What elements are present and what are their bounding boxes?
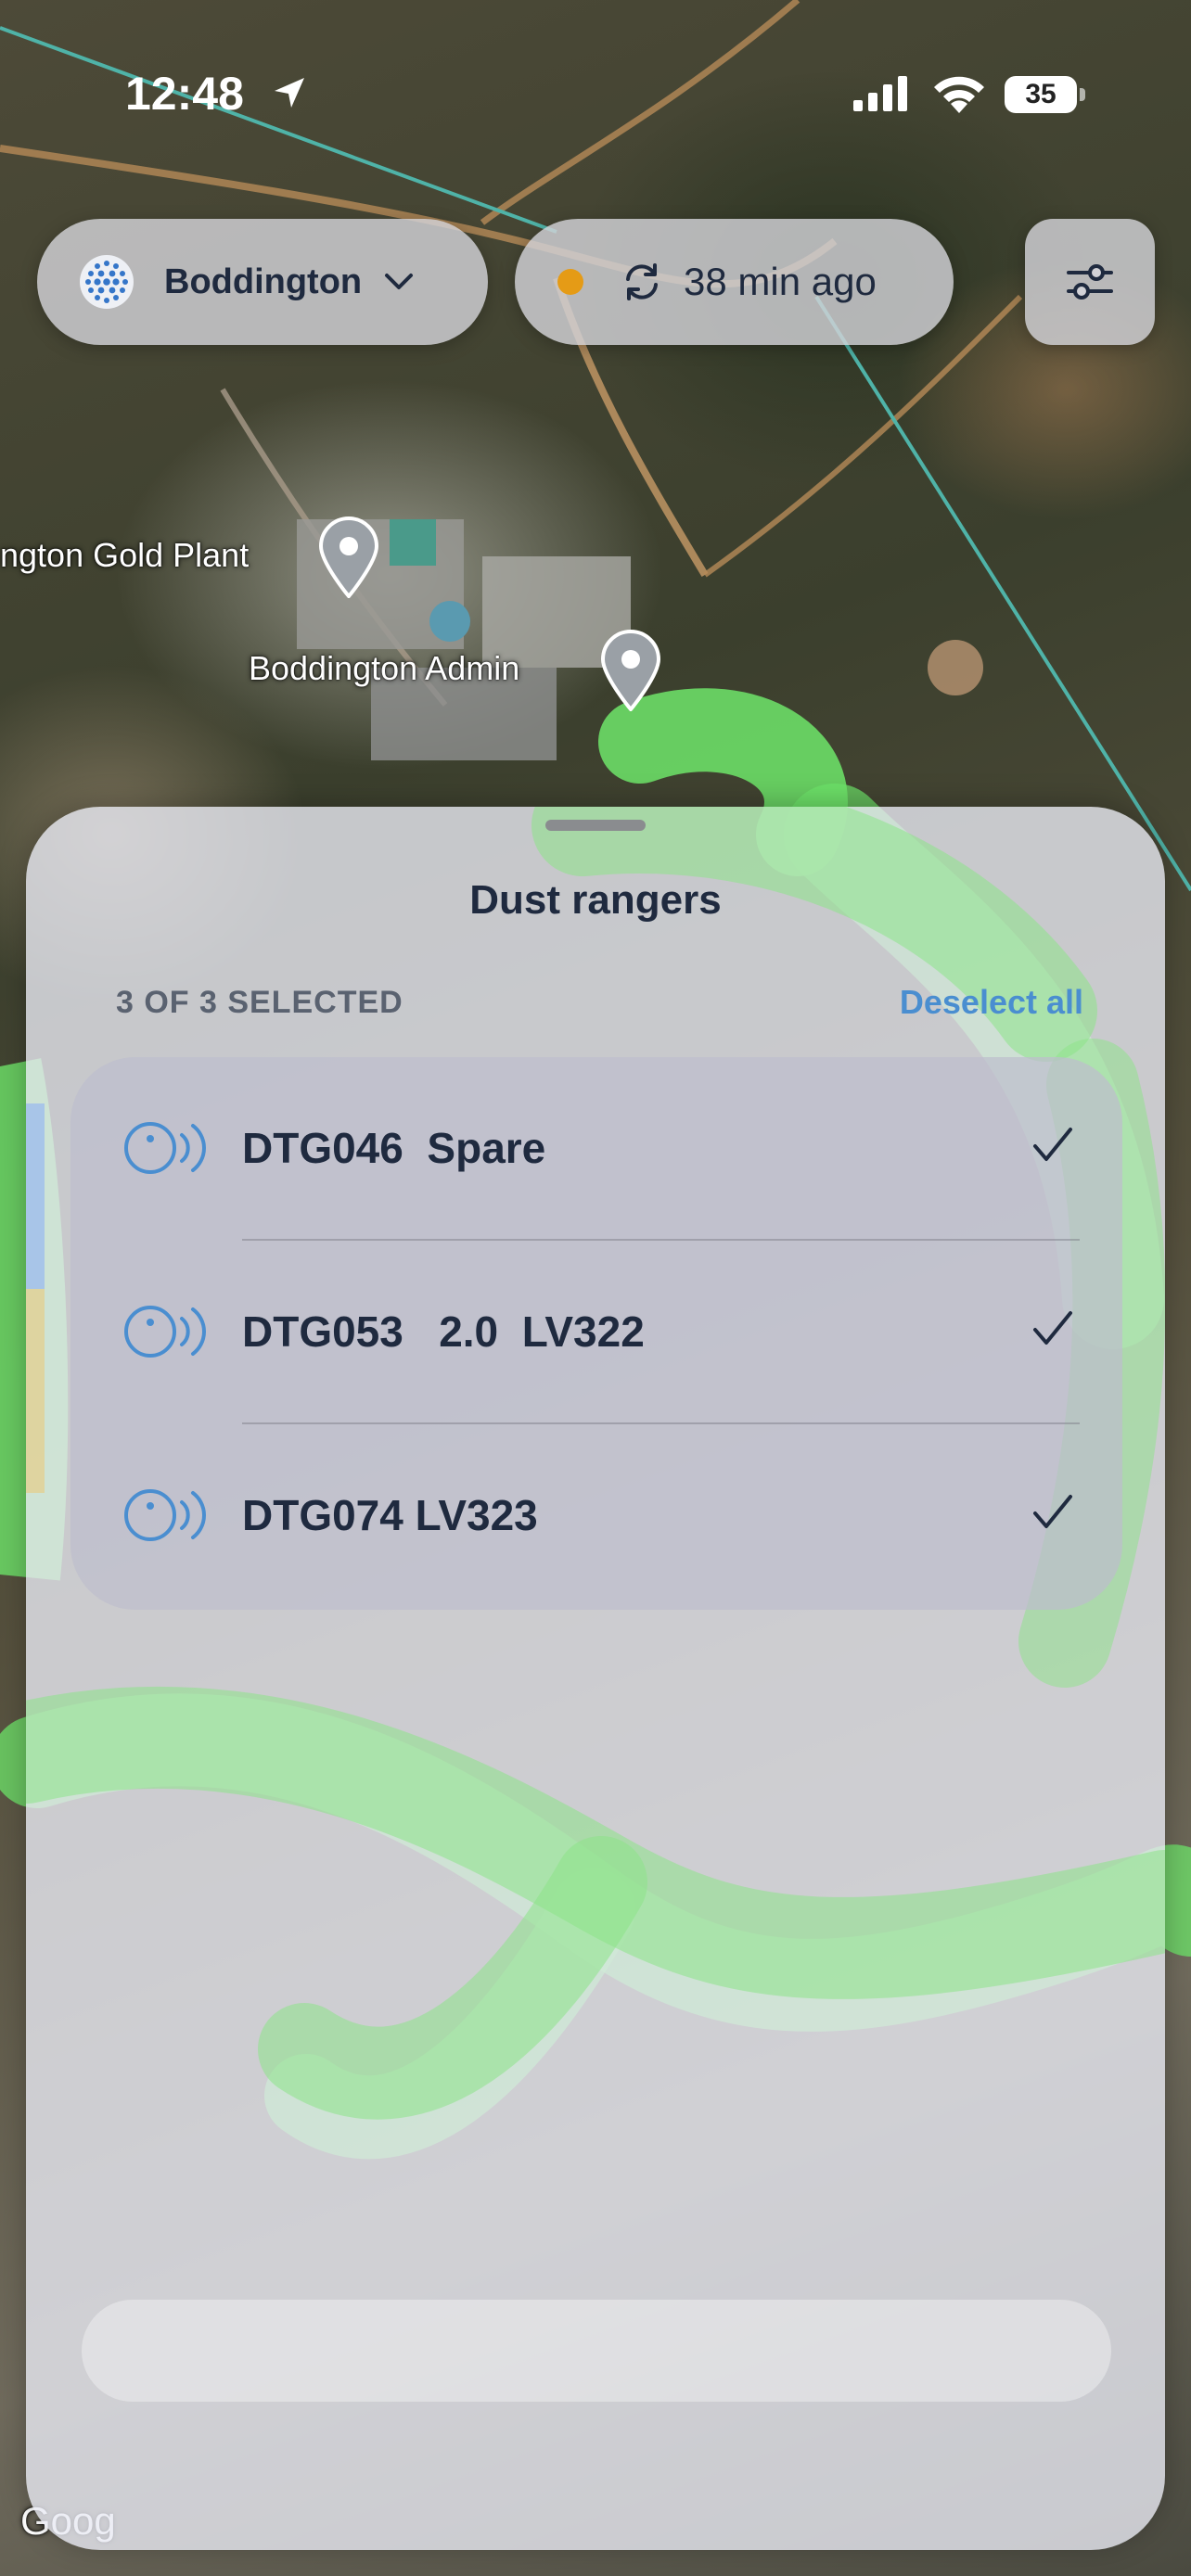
sensor-broadcast-icon [124,1489,206,1541]
sensor-broadcast-icon [124,1122,206,1174]
map-place-label: Boddington Admin [249,649,520,687]
location-arrow-icon [275,78,304,108]
wifi-icon [934,76,984,113]
cellular-signal-icon [853,76,907,111]
list-item[interactable]: DTG053 2.0 LV322 [70,1241,1122,1422]
sync-status-button[interactable]: 38 min ago [515,219,954,345]
status-bar: 12:48 35 [0,0,1191,148]
sheet-title: Dust rangers [469,877,722,923]
last-sync-time: 38 min ago [684,260,877,303]
map-pin-icon[interactable] [597,628,664,711]
battery-indicator: 35 [1005,76,1077,113]
sliders-icon [1067,264,1113,300]
list-item[interactable]: DTG074 LV323 [70,1424,1122,1606]
sensor-broadcast-icon [124,1306,206,1358]
globe-logo-icon [80,255,134,309]
site-selector-button[interactable]: Boddington [37,219,488,345]
dust-rangers-sheet: Dust rangers 3 OF 3 SELECTED Deselect al… [26,807,1165,2550]
list-item[interactable]: DTG046 Spare [70,1057,1122,1239]
ranger-label: DTG074 LV323 [242,1491,538,1539]
sheet-drag-handle[interactable] [545,820,646,831]
site-name: Boddington [164,261,363,301]
refresh-icon [626,263,658,300]
battery-cap [1080,88,1085,101]
map-pin-icon[interactable] [315,515,382,598]
ranger-label: DTG046 Spare [242,1124,546,1172]
clock: 12:48 [125,68,244,120]
filter-button[interactable] [1025,219,1155,345]
ranger-list: DTG046 Spare DTG053 2.0 LV322 DTG074 LV3… [70,1057,1122,1610]
deselect-all-button[interactable]: Deselect all [900,983,1083,1022]
checkmark-icon [1033,1311,1072,1345]
selection-count: 3 OF 3 SELECTED [116,985,403,1020]
sync-status-dot [557,269,583,295]
checkmark-icon [1033,1495,1072,1528]
chevron-down-icon [385,274,414,289]
ranger-label: DTG053 2.0 LV322 [242,1307,645,1356]
checkmark-icon [1033,1128,1072,1161]
map-place-label: ngton Gold Plant [0,536,250,574]
